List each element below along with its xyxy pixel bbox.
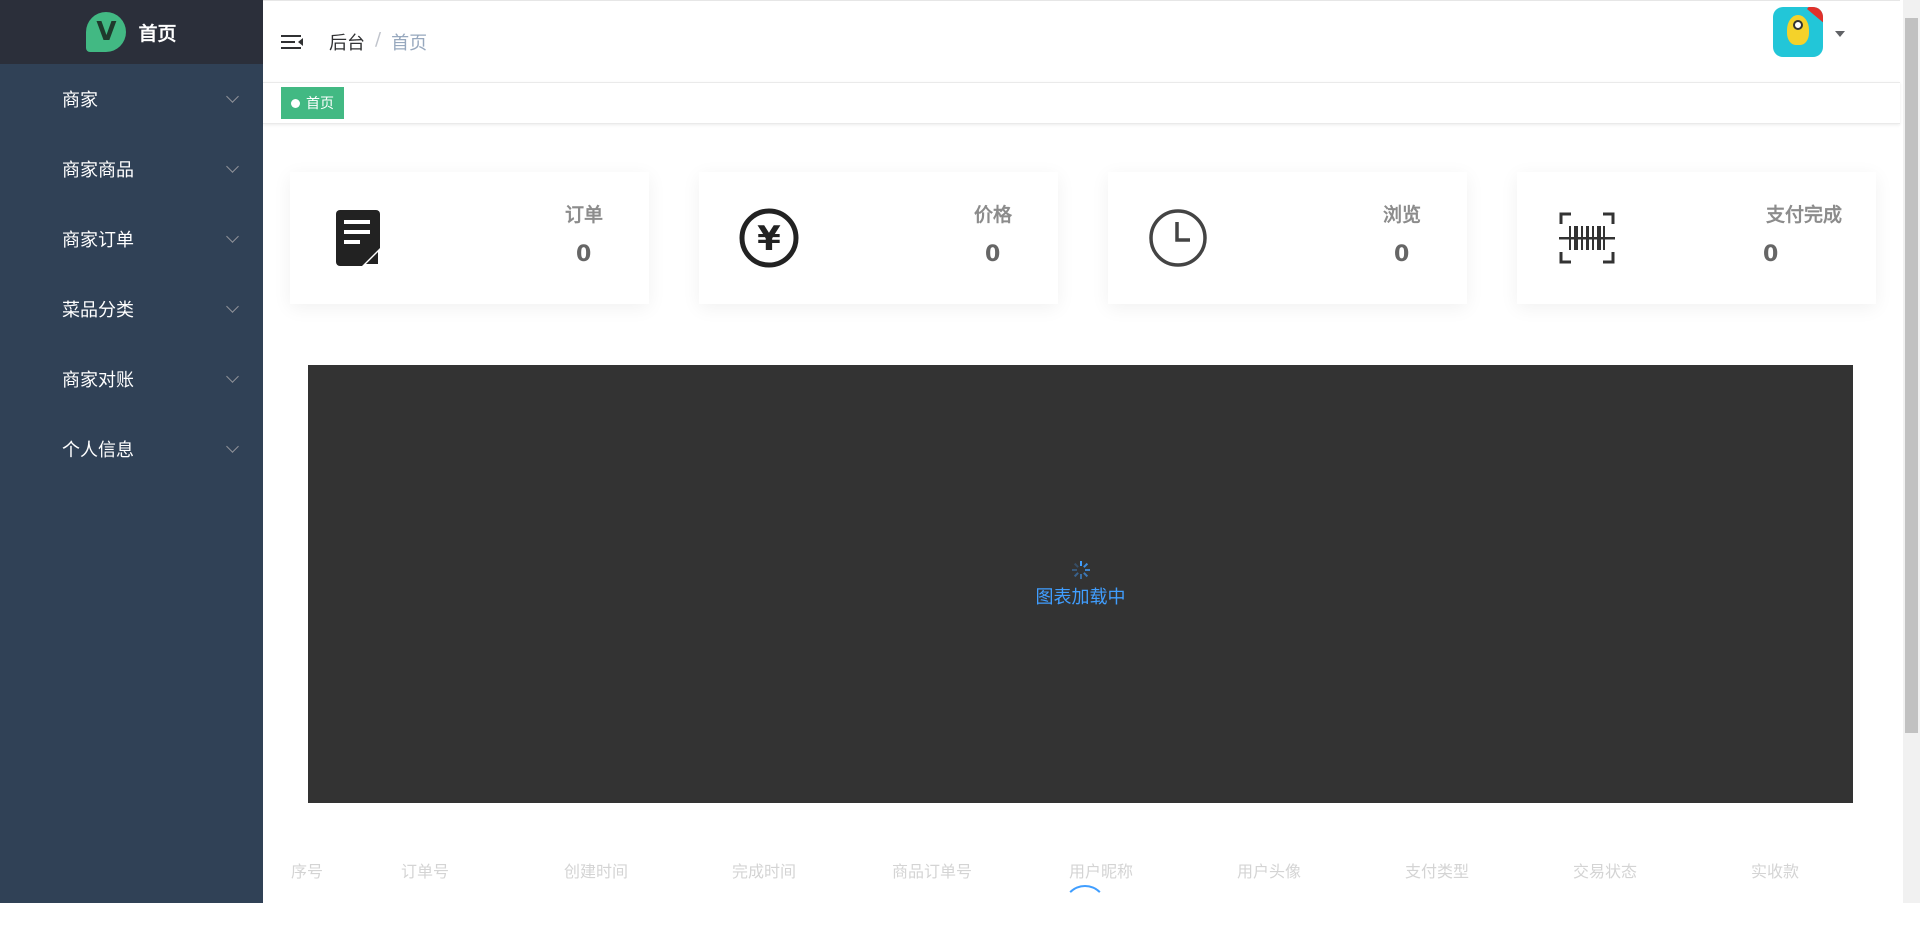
- stat-card-orders[interactable]: 订单 0: [290, 172, 649, 304]
- breadcrumb-item-backend[interactable]: 后台: [329, 29, 365, 55]
- sidebar-item-reconciliation[interactable]: 商家对账: [0, 344, 263, 414]
- table-column-header: 支付类型: [1405, 862, 1470, 881]
- table-column-header: 完成时间: [732, 862, 797, 881]
- table-column-header: 创建时间: [564, 862, 629, 881]
- sidebar-menu: 商家 商家商品 商家订单 菜品分类 商家对账 个人信息: [0, 64, 263, 484]
- sidebar-item-merchant-orders[interactable]: 商家订单: [0, 204, 263, 274]
- sidebar-item-label: 商家对账: [62, 370, 134, 391]
- tag-label: 首页: [306, 96, 334, 112]
- stat-value: 0: [1763, 242, 1779, 267]
- stat-label: 订单: [565, 204, 604, 226]
- chevron-down-icon: [226, 90, 239, 103]
- stat-label: 浏览: [1383, 204, 1422, 226]
- sidebar-item-merchant-goods[interactable]: 商家商品: [0, 134, 263, 204]
- stat-value: 0: [1394, 242, 1410, 267]
- chevron-down-icon: [226, 300, 239, 313]
- barcode-scan-icon: [1559, 212, 1615, 264]
- tag-home[interactable]: 首页: [281, 87, 344, 119]
- active-dot-icon: [291, 98, 300, 108]
- chevron-down-icon: [226, 440, 239, 453]
- sidebar: V 首页 商家 商家商品 商家订单 菜品分类 商家对账 个人信息: [0, 0, 263, 903]
- sidebar-item-label: 商家订单: [62, 230, 134, 251]
- table-column-header: 商品订单号: [892, 862, 973, 881]
- user-menu[interactable]: [1773, 7, 1845, 57]
- svg-text:¥: ¥: [757, 219, 781, 259]
- breadcrumb: 后台 / 首页: [329, 29, 427, 55]
- vue-logo-icon: V: [86, 12, 127, 52]
- table-column-header: 序号: [291, 862, 324, 881]
- menu-collapse-icon[interactable]: [281, 33, 303, 51]
- main-content: 后台 / 首页 首页 订单 0 ¥ 价格 0 浏览 0 支付完成 0 图表加载中…: [263, 0, 1900, 903]
- caret-down-icon[interactable]: [1835, 31, 1845, 37]
- stat-cards: 订单 0 ¥ 价格 0 浏览 0 支付完成 0: [290, 172, 1876, 304]
- document-icon: [336, 210, 380, 266]
- sidebar-item-label: 商家: [62, 90, 98, 111]
- navbar: 后台 / 首页: [263, 0, 1900, 82]
- table-header: 序号 订单号 创建时间 完成时间 商品订单号 用户昵称 用户头像 支付类型 交易…: [291, 858, 1881, 882]
- stat-label: 价格: [974, 204, 1013, 226]
- sidebar-item-label: 个人信息: [62, 440, 134, 461]
- table-column-header: 订单号: [401, 862, 450, 881]
- sidebar-item-dish-category[interactable]: 菜品分类: [0, 274, 263, 344]
- sidebar-logo[interactable]: V 首页: [0, 0, 263, 64]
- chart-container: 图表加载中: [308, 365, 1853, 803]
- table-column-header: 交易状态: [1573, 862, 1638, 881]
- sidebar-item-profile[interactable]: 个人信息: [0, 414, 263, 484]
- chevron-down-icon: [226, 370, 239, 383]
- yen-icon: ¥: [739, 208, 799, 268]
- table-column-header: 用户头像: [1237, 862, 1302, 881]
- chart-loading: 图表加载中: [308, 561, 1853, 609]
- chevron-down-icon: [226, 160, 239, 173]
- avatar[interactable]: [1773, 7, 1823, 57]
- stat-card-paid[interactable]: 支付完成 0: [1517, 172, 1876, 304]
- sidebar-item-label: 商家商品: [62, 160, 134, 181]
- stat-value: 0: [985, 242, 1001, 267]
- breadcrumb-item-home: 首页: [391, 32, 428, 54]
- breadcrumb-separator: /: [375, 28, 382, 50]
- sidebar-item-label: 菜品分类: [62, 300, 134, 321]
- sidebar-title: 首页: [138, 22, 177, 45]
- loading-spinner-icon: [1071, 561, 1090, 579]
- sidebar-item-merchant[interactable]: 商家: [0, 64, 263, 134]
- stat-card-price[interactable]: ¥ 价格 0: [699, 172, 1058, 304]
- table-column-header: 用户昵称: [1069, 862, 1134, 881]
- stat-value: 0: [576, 242, 592, 267]
- tags-view: 首页: [263, 82, 1900, 124]
- table-loading-spinner-icon: [1063, 885, 1107, 929]
- page-scrollbar[interactable]: [1903, 0, 1920, 903]
- stat-card-views[interactable]: 浏览 0: [1108, 172, 1467, 304]
- chevron-down-icon: [226, 230, 239, 243]
- clock-icon: [1149, 209, 1207, 267]
- scrollbar-thumb[interactable]: [1905, 18, 1918, 733]
- table-column-header: 实收款: [1751, 862, 1800, 881]
- loading-text: 图表加载中: [1035, 587, 1126, 608]
- stat-label: 支付完成: [1765, 204, 1842, 226]
